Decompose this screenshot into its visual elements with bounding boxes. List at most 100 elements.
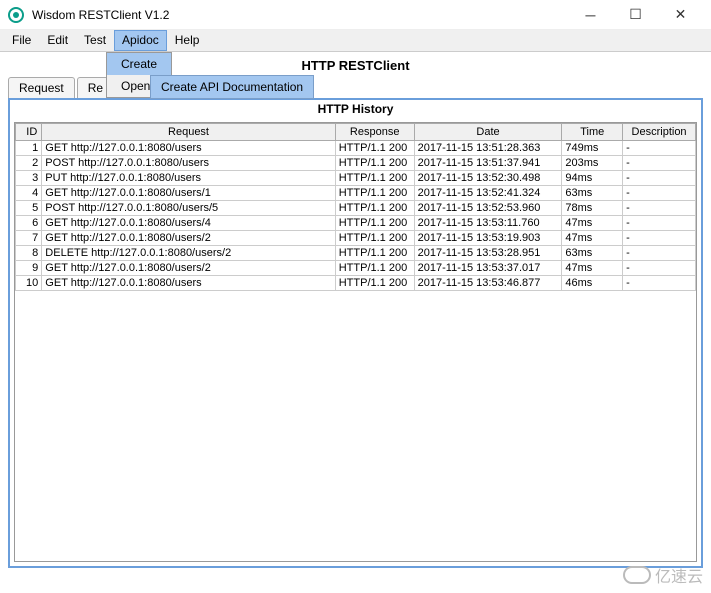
- cell-response: HTTP/1.1 200: [335, 216, 414, 231]
- cell-date: 2017-11-15 13:52:41.324: [414, 186, 562, 201]
- history-table-wrap[interactable]: ID Request Response Date Time Descriptio…: [14, 122, 697, 562]
- watermark-text: 亿速云: [655, 563, 703, 587]
- minimize-button[interactable]: ─: [568, 0, 613, 30]
- cell-request: GET http://127.0.0.1:8080/users/1: [42, 186, 335, 201]
- menu-apidoc[interactable]: Apidoc: [114, 30, 167, 51]
- cell-date: 2017-11-15 13:53:46.877: [414, 276, 562, 291]
- cell-description: -: [623, 216, 696, 231]
- cell-response: HTTP/1.1 200: [335, 201, 414, 216]
- cell-date: 2017-11-15 13:52:30.498: [414, 171, 562, 186]
- close-button[interactable]: ✕: [658, 0, 703, 30]
- cell-request: POST http://127.0.0.1:8080/users/5: [42, 201, 335, 216]
- create-submenu: Create API Documentation: [150, 75, 314, 99]
- menubar: File Edit Test Apidoc Help: [0, 30, 711, 52]
- cell-request: GET http://127.0.0.1:8080/users: [42, 276, 335, 291]
- submenu-create-api-doc[interactable]: Create API Documentation: [151, 76, 313, 98]
- table-row[interactable]: 3PUT http://127.0.0.1:8080/usersHTTP/1.1…: [16, 171, 696, 186]
- watermark-icon: [623, 566, 651, 584]
- cell-description: -: [623, 171, 696, 186]
- col-header-request[interactable]: Request: [42, 124, 335, 141]
- cell-description: -: [623, 231, 696, 246]
- col-header-date[interactable]: Date: [414, 124, 562, 141]
- col-header-response[interactable]: Response: [335, 124, 414, 141]
- maximize-button[interactable]: ☐: [613, 0, 658, 30]
- cell-id: 1: [16, 141, 42, 156]
- history-panel: HTTP History ID Request Response Date Ti…: [8, 98, 703, 568]
- cell-response: HTTP/1.1 200: [335, 261, 414, 276]
- cell-description: -: [623, 201, 696, 216]
- cell-time: 749ms: [562, 141, 623, 156]
- table-row[interactable]: 8DELETE http://127.0.0.1:8080/users/2HTT…: [16, 246, 696, 261]
- cell-request: GET http://127.0.0.1:8080/users: [42, 141, 335, 156]
- table-row[interactable]: 7GET http://127.0.0.1:8080/users/2HTTP/1…: [16, 231, 696, 246]
- cell-time: 203ms: [562, 156, 623, 171]
- col-header-time[interactable]: Time: [562, 124, 623, 141]
- table-row[interactable]: 10GET http://127.0.0.1:8080/usersHTTP/1.…: [16, 276, 696, 291]
- menu-file[interactable]: File: [4, 30, 39, 51]
- table-row[interactable]: 5POST http://127.0.0.1:8080/users/5HTTP/…: [16, 201, 696, 216]
- cell-description: -: [623, 186, 696, 201]
- col-header-id[interactable]: ID: [16, 124, 42, 141]
- cell-response: HTTP/1.1 200: [335, 186, 414, 201]
- cell-id: 2: [16, 156, 42, 171]
- cell-date: 2017-11-15 13:51:28.363: [414, 141, 562, 156]
- cell-description: -: [623, 276, 696, 291]
- table-row[interactable]: 1GET http://127.0.0.1:8080/usersHTTP/1.1…: [16, 141, 696, 156]
- cell-request: POST http://127.0.0.1:8080/users: [42, 156, 335, 171]
- history-title: HTTP History: [10, 100, 701, 118]
- cell-id: 6: [16, 216, 42, 231]
- cell-request: GET http://127.0.0.1:8080/users/2: [42, 261, 335, 276]
- titlebar: Wisdom RESTClient V1.2 ─ ☐ ✕: [0, 0, 711, 30]
- cell-request: DELETE http://127.0.0.1:8080/users/2: [42, 246, 335, 261]
- cell-request: PUT http://127.0.0.1:8080/users: [42, 171, 335, 186]
- table-row[interactable]: 6GET http://127.0.0.1:8080/users/4HTTP/1…: [16, 216, 696, 231]
- cell-id: 9: [16, 261, 42, 276]
- cell-description: -: [623, 246, 696, 261]
- cell-time: 47ms: [562, 261, 623, 276]
- cell-id: 8: [16, 246, 42, 261]
- cell-time: 63ms: [562, 186, 623, 201]
- cell-date: 2017-11-15 13:51:37.941: [414, 156, 562, 171]
- window-controls: ─ ☐ ✕: [568, 0, 703, 30]
- cell-id: 5: [16, 201, 42, 216]
- cell-response: HTTP/1.1 200: [335, 141, 414, 156]
- cell-id: 3: [16, 171, 42, 186]
- cell-date: 2017-11-15 13:53:37.017: [414, 261, 562, 276]
- menu-test[interactable]: Test: [76, 30, 114, 51]
- watermark: 亿速云: [623, 563, 703, 587]
- cell-response: HTTP/1.1 200: [335, 156, 414, 171]
- cell-time: 47ms: [562, 231, 623, 246]
- cell-date: 2017-11-15 13:53:11.760: [414, 216, 562, 231]
- cell-id: 4: [16, 186, 42, 201]
- menu-help[interactable]: Help: [167, 30, 208, 51]
- cell-time: 63ms: [562, 246, 623, 261]
- cell-time: 46ms: [562, 276, 623, 291]
- history-table: ID Request Response Date Time Descriptio…: [15, 123, 696, 291]
- cell-id: 10: [16, 276, 42, 291]
- cell-time: 94ms: [562, 171, 623, 186]
- cell-date: 2017-11-15 13:53:28.951: [414, 246, 562, 261]
- menu-edit[interactable]: Edit: [39, 30, 76, 51]
- cell-response: HTTP/1.1 200: [335, 246, 414, 261]
- cell-response: HTTP/1.1 200: [335, 276, 414, 291]
- col-header-description[interactable]: Description: [623, 124, 696, 141]
- cell-date: 2017-11-15 13:52:53.960: [414, 201, 562, 216]
- window-title: Wisdom RESTClient V1.2: [32, 8, 169, 22]
- cell-description: -: [623, 156, 696, 171]
- cell-time: 47ms: [562, 216, 623, 231]
- cell-time: 78ms: [562, 201, 623, 216]
- table-row[interactable]: 2POST http://127.0.0.1:8080/usersHTTP/1.…: [16, 156, 696, 171]
- cell-date: 2017-11-15 13:53:19.903: [414, 231, 562, 246]
- dropdown-create[interactable]: Create: [107, 53, 171, 75]
- app-icon: [8, 7, 24, 23]
- cell-response: HTTP/1.1 200: [335, 171, 414, 186]
- cell-description: -: [623, 141, 696, 156]
- cell-request: GET http://127.0.0.1:8080/users/2: [42, 231, 335, 246]
- table-row[interactable]: 9GET http://127.0.0.1:8080/users/2HTTP/1…: [16, 261, 696, 276]
- cell-request: GET http://127.0.0.1:8080/users/4: [42, 216, 335, 231]
- cell-description: -: [623, 261, 696, 276]
- cell-id: 7: [16, 231, 42, 246]
- table-row[interactable]: 4GET http://127.0.0.1:8080/users/1HTTP/1…: [16, 186, 696, 201]
- tab-request[interactable]: Request: [8, 77, 75, 99]
- cell-response: HTTP/1.1 200: [335, 231, 414, 246]
